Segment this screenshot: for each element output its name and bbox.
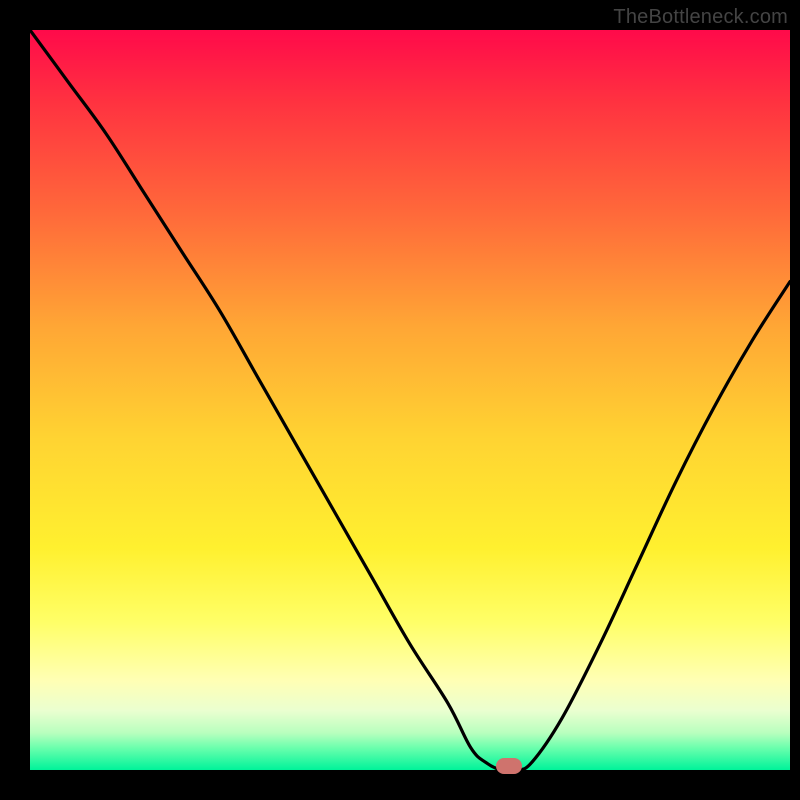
bottleneck-curve-path bbox=[30, 30, 790, 770]
watermark-text: TheBottleneck.com bbox=[613, 6, 788, 29]
bottleneck-curve-svg bbox=[30, 30, 790, 770]
chart-plot-area bbox=[30, 30, 790, 770]
optimum-marker bbox=[496, 758, 522, 774]
